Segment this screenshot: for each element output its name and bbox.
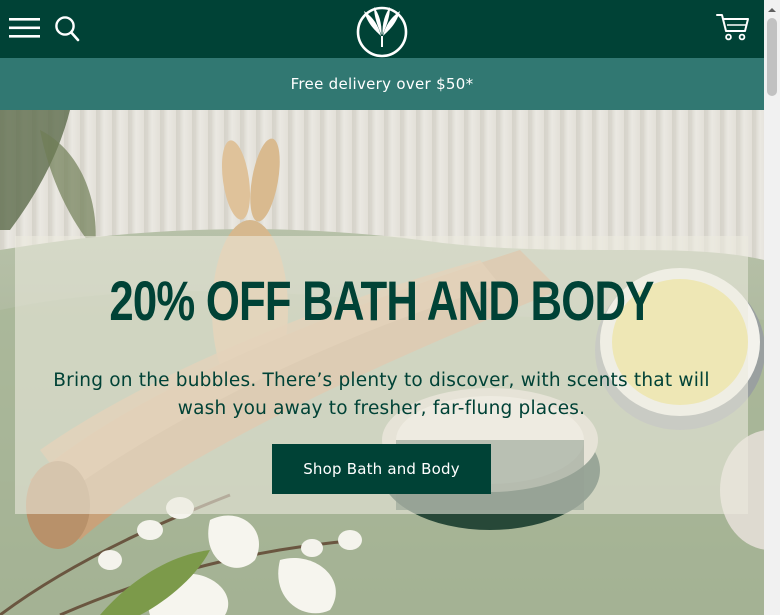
shop-bath-and-body-button[interactable]: Shop Bath and Body [272,444,491,494]
scrollbar-thumb[interactable] [767,18,777,96]
shopping-cart-icon[interactable] [716,12,750,42]
free-delivery-banner[interactable]: Free delivery over $50* [0,58,764,110]
scroll-up-arrow-icon[interactable] [764,2,780,16]
hero-subtitle: Bring on the bubbles. There’s plenty to … [53,370,710,419]
top-navigation-bar [0,0,764,58]
free-delivery-text: Free delivery over $50* [290,75,474,93]
hamburger-menu-icon[interactable] [9,16,40,40]
hero-title: 20% OFF BATH AND BODY [109,269,654,332]
page-scrollbar[interactable] [764,0,780,615]
search-icon[interactable] [54,15,80,43]
the-body-shop-logo[interactable] [354,3,410,59]
hero-banner: 20% OFF BATH AND BODY Bring on the bubbl… [0,110,764,615]
hero-offer-card: 20% OFF BATH AND BODY Bring on the bubbl… [15,236,748,514]
